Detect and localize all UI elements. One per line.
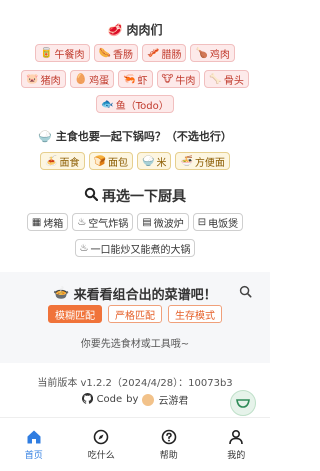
tools-row-2: ♨ 一口能炒又能煮的大锅 — [0, 239, 270, 257]
tab-what-to-eat-label: 吃什么 — [87, 450, 115, 461]
tag-sausage[interactable]: 🌭 香肠 — [93, 44, 138, 62]
pot-icon: ♨ — [79, 242, 89, 254]
magnifier-icon — [84, 187, 99, 205]
bone-icon: 🦴 — [209, 73, 222, 85]
author-avatar — [142, 393, 155, 406]
plate-emoji-icon: 🍲 — [53, 286, 70, 301]
sausage-icon: 🌭 — [98, 47, 111, 59]
match-mode-row: 模糊匹配 严格匹配 生存模式 — [0, 305, 270, 323]
by-text: by — [126, 394, 139, 405]
tab-mine-label: 我的 — [227, 450, 246, 461]
compass-icon — [93, 429, 109, 444]
home-icon — [27, 430, 41, 443]
egg-icon: 🥚 — [74, 73, 88, 85]
cow-icon: 🐮 — [161, 73, 174, 85]
tools-section-title: 再选一下厨具 — [0, 186, 270, 206]
bottom-tab-bar: 首页 吃什么 帮助 我的 — [0, 417, 270, 471]
rice-icon: 🍚 — [142, 155, 155, 167]
version-text: 当前版本 v1.2.2（2024/4/28）：10073b3 — [37, 378, 233, 389]
tag-bread[interactable]: 🍞 面包 — [88, 152, 133, 170]
tag-air-fryer[interactable]: ♨ 空气炸锅 — [72, 213, 134, 231]
staple-section-title: 🍚 主食也要一起下锅吗？（不选也行） — [0, 128, 270, 144]
noodles-icon: 🍝 — [45, 155, 58, 167]
tag-rice-cooker[interactable]: ⊟ 电饭煲 — [192, 213, 244, 231]
instant-noodle-icon: 🍜 — [180, 155, 193, 167]
tools-row-1: ▦ 烤箱 ♨ 空气炸锅 ▤ 微波炉 ⊟ 电饭煲 — [0, 213, 270, 231]
recipe-title-text: 来看看组合出的菜谱吧！ — [73, 288, 217, 303]
help-icon — [161, 429, 177, 444]
author-link[interactable]: 云游君 — [158, 392, 188, 407]
rice-cooker-icon: ⊟ — [197, 216, 207, 228]
meat-emoji-icon: 🥩 — [107, 22, 123, 37]
microwave-icon: ▤ — [142, 216, 152, 228]
github-icon[interactable] — [81, 392, 93, 407]
tag-big-pot[interactable]: ♨ 一口能炒又能煮的大锅 — [74, 239, 196, 257]
code-link[interactable]: Code — [97, 394, 123, 405]
recipe-title: 🍲 来看看组合出的菜谱吧！ — [0, 284, 270, 303]
tag-chicken[interactable]: 🍗 鸡肉 — [190, 44, 235, 62]
tag-rice[interactable]: 🍚 米 — [137, 152, 172, 170]
mode-strict-button[interactable]: 严格匹配 — [108, 305, 162, 323]
mode-survival-button[interactable]: 生存模式 — [168, 305, 222, 323]
mode-fuzzy-button[interactable]: 模糊匹配 — [48, 305, 102, 323]
tag-oven[interactable]: ▦ 烤箱 — [26, 213, 69, 231]
user-icon — [229, 429, 244, 444]
bowl-icon — [236, 399, 250, 408]
tab-help-label: 帮助 — [159, 450, 178, 461]
tab-home-label: 首页 — [24, 450, 43, 461]
tag-beef[interactable]: 🐮 牛肉 — [156, 70, 201, 88]
air-fryer-icon: ♨ — [77, 216, 87, 228]
tag-shrimp[interactable]: 🦐 虾 — [118, 70, 153, 88]
pig-icon: 🐷 — [26, 73, 39, 85]
meat-row-1: 🥫 午餐肉 🌭 香肠 🥓 腊肠 🍗 鸡肉 — [0, 44, 270, 62]
staple-row: 🍝 面食 🍞 面包 🍚 米 🍜 方便面 — [0, 152, 270, 170]
tag-luncheon-meat[interactable]: 🥫 午餐肉 — [35, 44, 90, 62]
bread-icon: 🍞 — [93, 155, 106, 167]
tag-egg[interactable]: 🥚 鸡蛋 — [69, 70, 115, 88]
search-icon — [239, 285, 252, 298]
tab-home[interactable]: 首页 — [0, 418, 68, 471]
meat-section-title: 🥩 肉肉们 — [0, 21, 270, 38]
oven-icon: ▦ — [31, 216, 42, 228]
meat-row-2: 🐷 猪肉 🥚 鸡蛋 🦐 虾 🐮 牛肉 🦴 骨头 — [0, 70, 270, 88]
tag-pork[interactable]: 🐷 猪肉 — [21, 70, 66, 88]
tab-what-to-eat[interactable]: 吃什么 — [68, 418, 136, 471]
tag-instant-noodle[interactable]: 🍜 方便面 — [175, 152, 230, 170]
shrimp-icon: 🦐 — [123, 73, 136, 85]
tab-mine[interactable]: 我的 — [203, 418, 271, 471]
recipe-hint: 你要先选食材或工具哦~ — [80, 339, 190, 350]
meat-title-text: 肉肉们 — [126, 23, 163, 37]
main-page: 🥩 肉肉们 🥫 午餐肉 🌭 香肠 🥓 腊肠 🍗 鸡肉 🐷 猪肉 🥚 鸡蛋 🦐 虾 🐮 牛肉 🦴 骨… — [0, 0, 270, 417]
rice-bowl-emoji-icon: 🍚 — [38, 129, 52, 143]
tools-title-text: 再选一下厨具 — [102, 189, 186, 205]
tag-microwave[interactable]: ▤ 微波炉 — [137, 213, 189, 231]
meat-row-3: 🐟 鱼（Todo） — [0, 95, 270, 113]
tag-bone[interactable]: 🦴 骨头 — [204, 70, 249, 88]
staple-title-text: 主食也要一起下锅吗？（不选也行） — [55, 130, 232, 143]
tag-noodles[interactable]: 🍝 面食 — [40, 152, 85, 170]
tag-fish[interactable]: 🐟 鱼（Todo） — [96, 95, 174, 113]
floating-action-button[interactable] — [230, 390, 256, 416]
search-button[interactable] — [234, 280, 256, 302]
luncheon-meat-icon: 🥫 — [40, 47, 53, 59]
tab-help[interactable]: 帮助 — [135, 418, 203, 471]
tag-cured-sausage[interactable]: 🥓 腊肠 — [142, 44, 187, 62]
chicken-icon: 🍗 — [195, 47, 208, 59]
cured-sausage-icon: 🥓 — [147, 47, 160, 59]
fish-icon: 🐟 — [101, 98, 114, 110]
